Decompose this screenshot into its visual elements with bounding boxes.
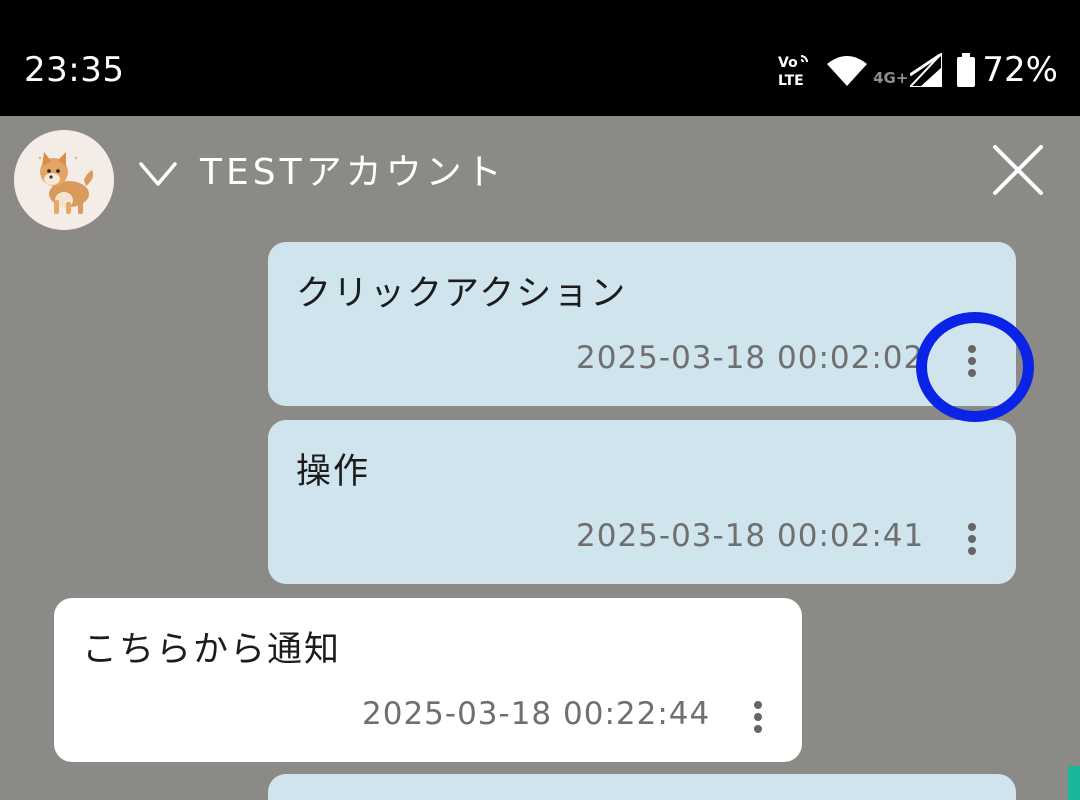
message-bubble[interactable] — [268, 774, 1016, 800]
wifi-icon — [827, 56, 868, 86]
message-text: 操作 — [296, 452, 371, 492]
highlight-ring — [916, 312, 1034, 422]
shiba-dog-avatar — [14, 130, 114, 230]
message-bubble[interactable]: クリックアクション 2025-03-18 00:02:02 — [268, 242, 1016, 406]
close-icon[interactable] — [992, 144, 1044, 196]
volte-icon: Vo LTE — [778, 55, 809, 88]
message-timestamp: 2025-03-18 00:02:41 — [576, 518, 925, 554]
message-text: クリックアクション — [296, 274, 628, 314]
battery-percent: 72% — [982, 50, 1058, 90]
status-bar: 23:35 Vo LTE 4G+ 72% — [0, 0, 1080, 116]
message-text: こちらから通知 — [82, 630, 342, 670]
svg-text:LTE: LTE — [778, 73, 804, 88]
svg-text:Vo: Vo — [778, 55, 798, 71]
chevron-down-icon[interactable] — [138, 158, 178, 190]
avatar[interactable] — [14, 130, 114, 230]
signal-icon — [910, 53, 943, 87]
more-options-icon[interactable] — [752, 700, 764, 734]
message-timestamp: 2025-03-18 00:02:02 — [576, 340, 925, 376]
status-icons: Vo LTE 4G+ 72% — [777, 48, 1058, 92]
header-title[interactable]: TESTアカウント — [200, 150, 506, 196]
message-bubble[interactable]: 操作 2025-03-18 00:02:41 — [268, 420, 1016, 584]
message-timestamp: 2025-03-18 00:22:44 — [362, 696, 711, 732]
battery-icon — [957, 53, 976, 87]
status-time: 23:35 — [24, 50, 125, 90]
more-options-icon[interactable] — [966, 522, 978, 556]
network-type-label: 4G+ — [873, 69, 909, 87]
message-bubble[interactable]: こちらから通知 2025-03-18 00:22:44 — [54, 598, 802, 762]
scroll-indicator — [1068, 766, 1080, 800]
